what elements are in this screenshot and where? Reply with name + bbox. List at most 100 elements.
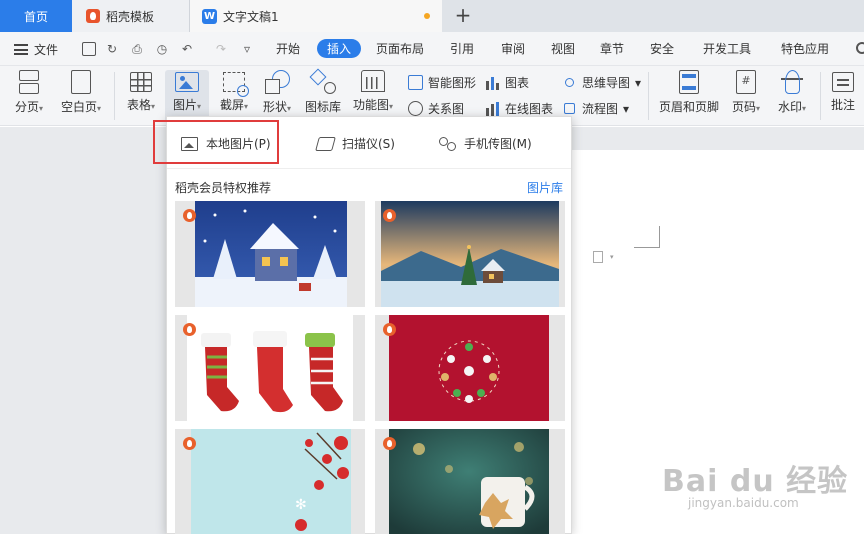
menu-chapter[interactable]: 章节	[600, 40, 624, 57]
menu-page-layout[interactable]: 页面布局	[376, 40, 424, 57]
online-chart-button[interactable]: 在线图表	[485, 100, 553, 117]
picture-label: 图片	[172, 98, 197, 112]
split-page-icon	[18, 70, 40, 94]
watermark-icon	[779, 70, 805, 94]
picture-thumbnail-red-ornaments[interactable]	[375, 315, 565, 421]
chevron-down-icon[interactable]: ▾	[610, 253, 614, 261]
watermark-label: 水印	[777, 100, 802, 114]
phone-upload-option[interactable]: 手机传图(M)	[439, 135, 532, 152]
local-picture-label: 本地图片(P)	[206, 137, 271, 151]
ribbon-separator	[114, 72, 115, 120]
paste-options-icon[interactable]	[593, 251, 603, 263]
baidu-watermark: Bai du 经验	[662, 464, 849, 499]
chart-button[interactable]: 图表	[485, 74, 529, 91]
phone-upload-label: 手机传图(M)	[464, 137, 532, 151]
local-picture-icon	[181, 136, 198, 151]
picture-thumbnail-stockings[interactable]	[175, 315, 365, 421]
flowchart-button[interactable]: 流程图 ▾	[562, 100, 629, 117]
tab-template[interactable]: 稻壳模板	[72, 0, 190, 32]
berries-image: ✻	[191, 429, 351, 534]
menu-view[interactable]: 视图	[551, 40, 575, 57]
relation-chart-button[interactable]: 关系图	[408, 100, 464, 117]
smart-art-label: 智能图形	[428, 76, 477, 90]
scanner-icon	[315, 136, 336, 151]
tab-home[interactable]: 首页	[0, 0, 72, 32]
menu-bar: 文件 ↻ ⎙ ◷ ↶ ↷ ▿ 开始 插入 页面布局 引用 审阅 视图 章节 安全…	[0, 32, 864, 66]
file-menu[interactable]: 文件	[14, 41, 58, 58]
page-number-button[interactable]: # 页码▾	[726, 70, 766, 115]
winter-cabin-image	[381, 201, 559, 307]
stockings-image	[187, 315, 353, 421]
screenshot-button[interactable]: 截屏▾	[212, 70, 256, 113]
picture-thumbnail-berries[interactable]: ✻	[175, 429, 365, 534]
scanner-option[interactable]: 扫描仪(S)	[315, 135, 395, 152]
comment-label: 批注	[830, 98, 855, 112]
file-menu-label: 文件	[34, 43, 59, 57]
menu-insert[interactable]: 插入	[317, 39, 362, 58]
picture-button[interactable]: 图片▾	[165, 70, 209, 122]
blank-page-label: 空白页	[60, 100, 97, 114]
daoke-badge-icon	[183, 437, 196, 450]
preview-icon[interactable]: ◷	[155, 42, 169, 56]
picture-thumbnail-winter-cabin[interactable]	[375, 201, 565, 307]
mind-map-icon	[565, 78, 574, 87]
icon-library-button[interactable]: 图标库	[302, 70, 344, 115]
tab-document-label: 文字文稿1	[223, 9, 279, 24]
relation-chart-label: 关系图	[428, 102, 465, 116]
phone-upload-icon	[439, 136, 456, 151]
menu-start[interactable]: 开始	[276, 40, 300, 57]
menu-security[interactable]: 安全	[650, 40, 674, 57]
redo-icon[interactable]: ↷	[214, 42, 228, 56]
comment-icon	[832, 72, 854, 92]
chart-label: 图表	[505, 76, 530, 90]
customize-toolbar-icon[interactable]: ▿	[240, 42, 254, 56]
picture-library-link[interactable]: 图片库	[527, 179, 563, 196]
table-button[interactable]: 表格▾	[120, 70, 162, 113]
online-chart-label: 在线图表	[505, 102, 554, 116]
daoke-badge-icon	[183, 209, 196, 222]
split-page-label: 分页	[14, 100, 39, 114]
daoke-badge-icon	[183, 323, 196, 336]
daoke-badge-icon	[383, 323, 396, 336]
function-chart-icon	[361, 70, 385, 92]
split-page-button[interactable]: 分页▾	[8, 70, 50, 115]
menu-review[interactable]: 审阅	[501, 40, 525, 57]
page-number-label: 页码	[731, 100, 756, 114]
search-icon[interactable]	[856, 42, 864, 54]
unsaved-indicator-icon	[424, 13, 430, 19]
new-tab-button[interactable]: +	[452, 5, 474, 27]
ribbon-separator	[648, 72, 649, 120]
daoke-badge-icon	[383, 437, 396, 450]
function-chart-button[interactable]: 功能图▾	[350, 70, 396, 113]
picture-thumbnail-cookie-mug[interactable]	[375, 429, 565, 534]
export-icon[interactable]: ↻	[105, 42, 119, 56]
tab-home-label: 首页	[23, 9, 48, 24]
save-icon[interactable]	[82, 42, 96, 56]
page-margin-marker	[634, 226, 660, 248]
watermark-button[interactable]: 水印▾	[772, 70, 812, 115]
undo-icon[interactable]: ↶	[180, 42, 194, 56]
smart-art-button[interactable]: 智能图形	[408, 74, 476, 91]
menu-reference[interactable]: 引用	[450, 40, 474, 57]
icon-library-label: 图标库	[304, 100, 341, 114]
red-ornaments-image	[389, 315, 549, 421]
shape-button[interactable]: 形状▾	[258, 70, 296, 115]
menu-developer[interactable]: 开发工具	[703, 40, 751, 57]
daoke-logo-icon	[86, 9, 100, 23]
page-number-icon: #	[736, 70, 756, 94]
header-footer-button[interactable]: 页眉和页脚	[656, 70, 722, 115]
print-icon[interactable]: ⎙	[130, 42, 144, 56]
cookie-mug-image	[389, 429, 549, 534]
screenshot-label: 截屏	[219, 98, 244, 112]
comment-button[interactable]: 批注	[826, 70, 860, 113]
menu-special-apps[interactable]: 特色应用	[781, 40, 829, 57]
local-picture-option[interactable]: 本地图片(P)	[181, 135, 271, 152]
ribbon-separator	[820, 72, 821, 120]
mind-map-button[interactable]: 思维导图 ▾	[562, 74, 641, 91]
picture-thumbnail-snow-house[interactable]	[175, 201, 365, 307]
screenshot-icon	[223, 72, 249, 97]
header-footer-label: 页眉和页脚	[658, 100, 719, 114]
blank-page-button[interactable]: 空白页▾	[56, 70, 106, 115]
online-chart-icon	[485, 101, 500, 116]
tab-document[interactable]: W 文字文稿1	[190, 0, 442, 32]
